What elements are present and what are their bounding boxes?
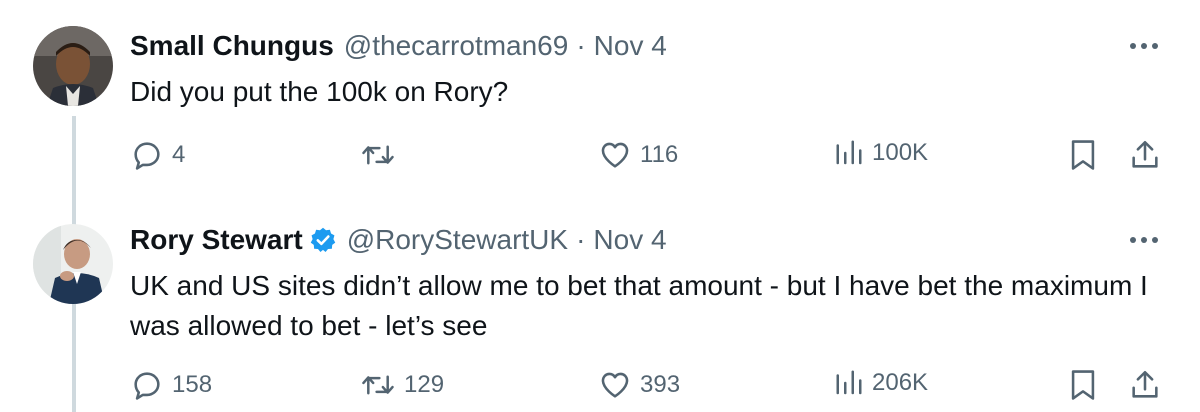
like-button[interactable]: 393: [598, 368, 680, 402]
reply-count: 158: [172, 371, 213, 398]
views-count: 100K: [872, 139, 929, 166]
tweet-text: UK and US sites didn’t allow me to bet t…: [130, 270, 1148, 341]
reply-icon: [134, 372, 160, 400]
share-button[interactable]: [1128, 138, 1162, 172]
verified-badge-icon[interactable]: [309, 226, 337, 254]
display-name[interactable]: Rory Stewart: [130, 224, 303, 256]
avatar[interactable]: [33, 26, 113, 106]
retweet-button[interactable]: 129: [360, 368, 444, 402]
separator-dot: ·: [576, 224, 586, 255]
tweet-header: Rory Stewart @RoryStewartUK · Nov 4: [130, 224, 667, 256]
tweet-date[interactable]: Nov 4: [594, 30, 667, 62]
separator-dot: ·: [576, 30, 586, 61]
share-icon: [1132, 370, 1158, 398]
retweet-icon: [362, 145, 394, 165]
bookmark-icon: [1071, 140, 1095, 170]
views-icon: [836, 140, 862, 165]
views-button[interactable]: 100K: [834, 138, 928, 168]
user-handle[interactable]: @thecarrotman69: [344, 30, 569, 62]
like-icon: [601, 372, 629, 398]
share-button[interactable]: [1128, 368, 1162, 402]
more-icon: [1130, 43, 1158, 49]
more-options-button[interactable]: [1126, 36, 1162, 56]
share-icon: [1132, 140, 1158, 168]
like-count: 116: [640, 141, 679, 168]
bookmark-icon: [1071, 370, 1095, 400]
display-name[interactable]: Small Chungus: [130, 30, 334, 62]
retweet-count: 129: [404, 371, 445, 398]
like-button[interactable]: 116: [598, 138, 678, 172]
views-count: 206K: [872, 369, 929, 396]
tweet-small-chungus[interactable]: Small Chungus @thecarrotman69 · Nov 4 Di…: [0, 0, 1200, 210]
like-count: 393: [640, 371, 681, 398]
more-icon: [1130, 237, 1158, 243]
reply-icon: [134, 142, 160, 170]
tweet-rory-stewart[interactable]: Rory Stewart @RoryStewartUK · Nov 4 UK a…: [0, 210, 1200, 412]
views-icon: [836, 370, 862, 395]
avatar[interactable]: [33, 224, 113, 304]
tweet-date[interactable]: Nov 4: [593, 224, 666, 256]
tweet-text: Did you put the 100k on Rory?: [130, 76, 509, 107]
bookmark-button[interactable]: [1068, 368, 1098, 402]
views-button[interactable]: 206K: [834, 368, 928, 398]
user-handle[interactable]: @RoryStewartUK: [347, 224, 568, 256]
reply-button[interactable]: 4: [130, 138, 185, 172]
more-options-button[interactable]: [1126, 230, 1162, 250]
retweet-button[interactable]: [360, 138, 404, 172]
reply-count: 4: [172, 141, 186, 168]
tweet-header: Small Chungus @thecarrotman69 · Nov 4: [130, 30, 667, 62]
retweet-icon: [362, 375, 394, 395]
bookmark-button[interactable]: [1068, 138, 1098, 172]
like-icon: [601, 142, 629, 168]
reply-button[interactable]: 158: [130, 368, 212, 402]
